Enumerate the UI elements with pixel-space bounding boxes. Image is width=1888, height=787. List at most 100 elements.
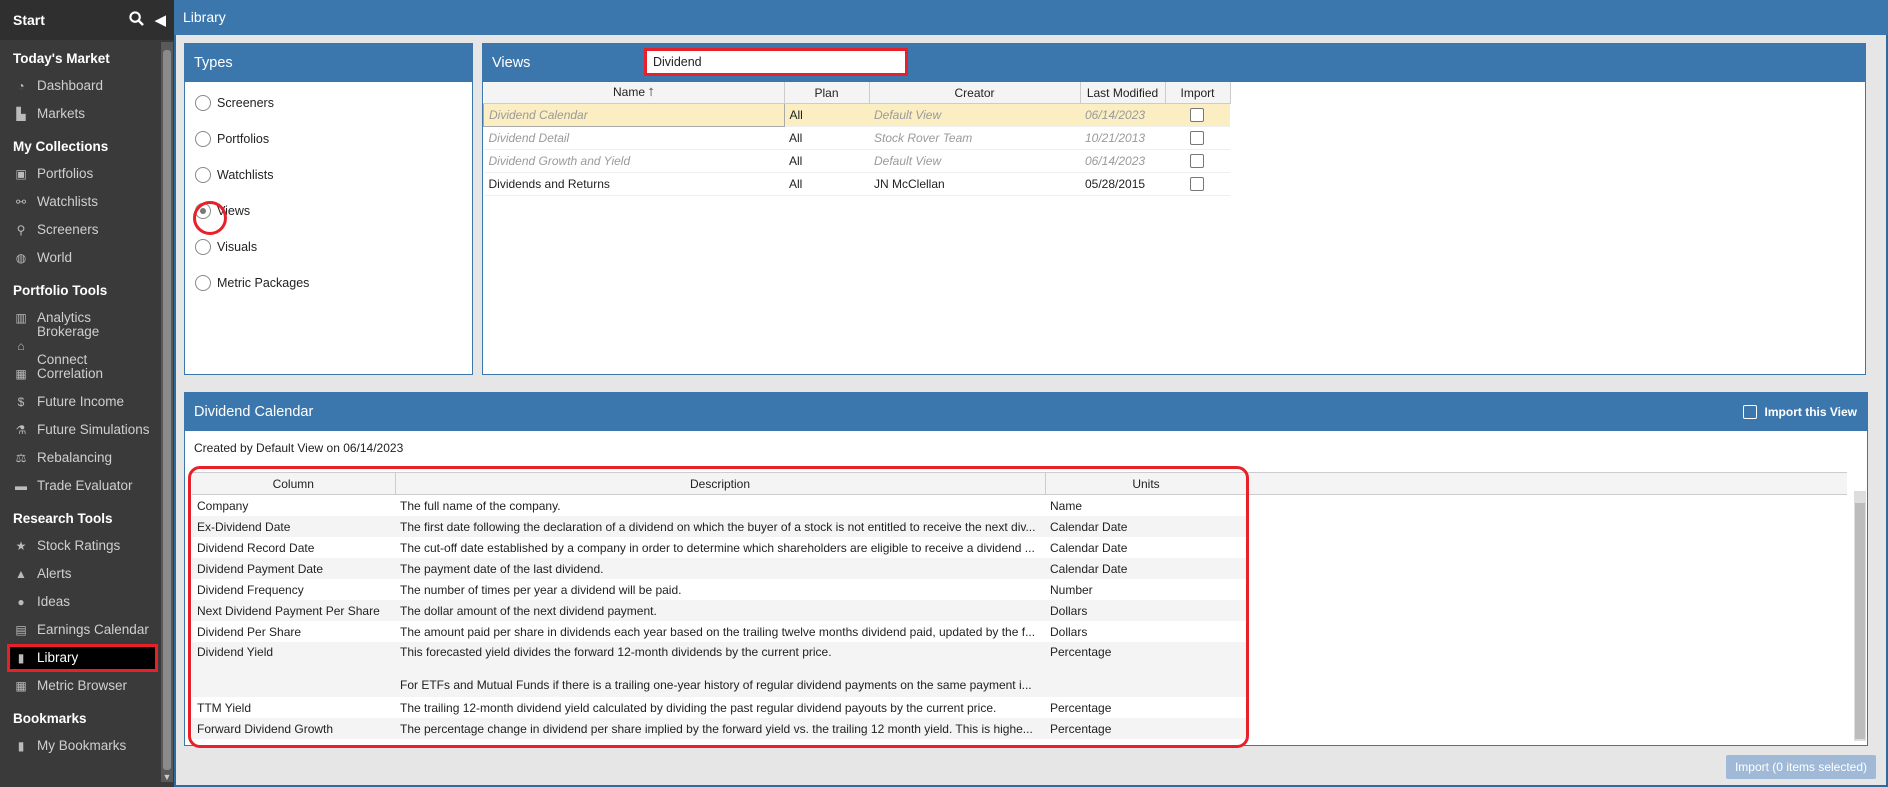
sidebar-item-trade-evaluator[interactable]: ▬ Trade Evaluator: [0, 472, 153, 500]
views-column-header[interactable]: Creator: [869, 82, 1081, 104]
radio-button[interactable]: [195, 239, 211, 255]
page-title: Library: [174, 0, 1888, 35]
column-header-label: Plan: [814, 85, 839, 100]
import-checkbox[interactable]: [1190, 177, 1204, 192]
sidebar-item-label: Earnings Calendar: [37, 622, 149, 637]
main-area: Library Types Screeners Portfolios Watchli…: [174, 0, 1888, 787]
radio-button[interactable]: [195, 167, 211, 183]
sidebar-item-my-bookmarks[interactable]: ▮ My Bookmarks: [0, 732, 153, 760]
type-option-label: Metric Packages: [217, 276, 310, 290]
sidebar-item-label: Markets: [37, 106, 86, 121]
sidebar-item-screeners[interactable]: ⚲ Screeners: [0, 216, 153, 244]
search-icon[interactable]: [129, 10, 145, 30]
views-cell-creator: JN McClellan: [869, 172, 1080, 196]
row-filler: [1247, 516, 1847, 537]
types-panel: Types Screeners Portfolios Watchlists Views…: [184, 43, 473, 375]
toolbox-icon: ▬: [15, 479, 27, 493]
start-label[interactable]: Start: [13, 12, 119, 28]
sidebar-nav: Today's Market ◔ Dashboard ▙ Markets My Colle…: [0, 45, 174, 760]
sidebar-item-label: Portfolios: [37, 166, 94, 181]
radio-button[interactable]: [193, 201, 227, 235]
sidebar-item-label: Metric Browser: [37, 678, 128, 693]
import-this-view-checkbox[interactable]: [1742, 405, 1757, 419]
type-option-watchlists[interactable]: Watchlists: [185, 157, 472, 193]
sidebar-section-title: My Collections: [13, 139, 109, 154]
views-cell-modified: 06/14/2023: [1080, 149, 1165, 173]
sidebar-item-watchlists[interactable]: ⚯ Watchlists: [0, 188, 153, 216]
row-filler: [1247, 621, 1847, 642]
library-content: Types Screeners Portfolios Watchlists Views…: [176, 35, 1886, 785]
views-column-header[interactable]: Name ⭡: [483, 82, 785, 104]
scale-icon: ⚖: [15, 451, 27, 465]
detail-title: Dividend Calendar Import this View: [185, 393, 1867, 431]
type-option-visuals[interactable]: Visuals: [185, 229, 472, 265]
sidebar-item-markets[interactable]: ▙ Markets: [0, 100, 153, 128]
sidebar-item-portfolios[interactable]: ▣ Portfolios: [0, 160, 153, 188]
sidebar-item-label: Trade Evaluator: [37, 478, 133, 493]
sidebar-item-label: Future Simulations: [37, 422, 150, 437]
type-option-metric-packages[interactable]: Metric Packages: [185, 265, 472, 301]
chart-icon: ▙: [16, 107, 26, 121]
views-panel: Views Dividend Name ⭡ Plan Creator Last Mod…: [482, 43, 1866, 375]
row-filler: [1247, 600, 1847, 621]
views-search-input[interactable]: Dividend: [644, 48, 908, 76]
views-column-header[interactable]: Plan: [784, 82, 870, 104]
import-checkbox[interactable]: [1190, 108, 1204, 123]
sidebar-item-world[interactable]: ◍ World: [0, 244, 153, 272]
type-option-views[interactable]: Views: [185, 193, 472, 235]
row-filler: [1247, 579, 1847, 600]
row-filler: [1247, 494, 1847, 516]
dollar-icon: $: [17, 395, 25, 409]
views-row[interactable]: Dividends and Returns All JN McClellan 05/2…: [483, 172, 1230, 196]
radio-button[interactable]: [195, 95, 211, 111]
types-title: Types: [185, 44, 472, 82]
import-button[interactable]: Import (0 items selected): [1726, 755, 1876, 779]
table-icon: ▦: [15, 679, 27, 693]
grid-icon: ▦: [15, 367, 27, 381]
radio-button[interactable]: [195, 275, 211, 291]
views-row[interactable]: Dividend Calendar All Default View 06/14/20…: [483, 103, 1230, 127]
type-option-screeners[interactable]: Screeners: [185, 85, 472, 121]
sidebar-item-future-income[interactable]: $ Future Income: [0, 388, 153, 416]
import-checkbox[interactable]: [1190, 131, 1204, 146]
scroll-down-icon[interactable]: ▼: [161, 772, 173, 782]
import-checkbox[interactable]: [1190, 154, 1204, 169]
sidebar-item-stock-ratings[interactable]: ★ Stock Ratings: [0, 532, 153, 560]
radio-button[interactable]: [195, 131, 211, 147]
sidebar-item-label: Correlation: [37, 366, 104, 381]
sidebar-item-dashboard[interactable]: ◔ Dashboard: [0, 72, 153, 100]
sidebar-item-alerts[interactable]: ▲ Alerts: [0, 560, 153, 588]
views-row[interactable]: Dividend Detail All Stock Rover Team 10/21/…: [483, 126, 1230, 150]
sidebar-item-label: Library: [37, 650, 79, 665]
sidebar-item-label: World: [37, 250, 73, 265]
collapse-icon[interactable]: ◀: [154, 11, 166, 29]
sidebar-item-earnings-calendar[interactable]: ▤ Earnings Calendar: [0, 616, 153, 644]
views-cell-modified: 10/21/2013: [1080, 126, 1165, 150]
sidebar-item-rebalancing[interactable]: ⚖ Rebalancing: [0, 444, 153, 472]
sidebar-scrollbar[interactable]: ▼: [161, 42, 173, 782]
views-cell-name: Dividends and Returns: [483, 172, 784, 196]
sidebar-item-library[interactable]: ▮ Library: [7, 644, 158, 672]
sidebar-item-ideas[interactable]: ● Ideas: [0, 588, 153, 616]
sidebar-item-label: Watchlists: [37, 194, 99, 209]
views-cell-creator: Default View: [869, 149, 1080, 173]
type-option-portfolios[interactable]: Portfolios: [185, 121, 472, 157]
views-cell-name: Dividend Growth and Yield: [483, 149, 784, 173]
views-row[interactable]: Dividend Growth and Yield All Default View…: [483, 149, 1230, 173]
dashboard-icon: ◔: [17, 79, 25, 93]
globe-icon: ◍: [15, 251, 27, 265]
sidebar-item-metric-browser[interactable]: ▦ Metric Browser: [0, 672, 153, 700]
views-cell-plan: All: [784, 172, 869, 196]
calendar-icon: ▤: [15, 623, 27, 637]
import-this-view-label[interactable]: Import this View: [1765, 393, 1857, 431]
detail-scrollbar[interactable]: [1854, 491, 1866, 741]
sidebar-item-label: My Bookmarks: [37, 738, 127, 753]
views-column-header[interactable]: Last Modified: [1080, 82, 1166, 104]
type-option-label: Screeners: [217, 96, 274, 110]
sidebar-item-label: Alerts: [37, 566, 72, 581]
sidebar-item-future-simulations[interactable]: ⚗ Future Simulations: [0, 416, 153, 444]
sidebar-item-brokerage-connect[interactable]: ⌂ Brokerage Connect: [0, 324, 153, 367]
views-cell-plan: All: [784, 126, 869, 150]
views-column-header[interactable]: Import: [1165, 82, 1231, 104]
column-header-label: Import: [1180, 85, 1215, 100]
